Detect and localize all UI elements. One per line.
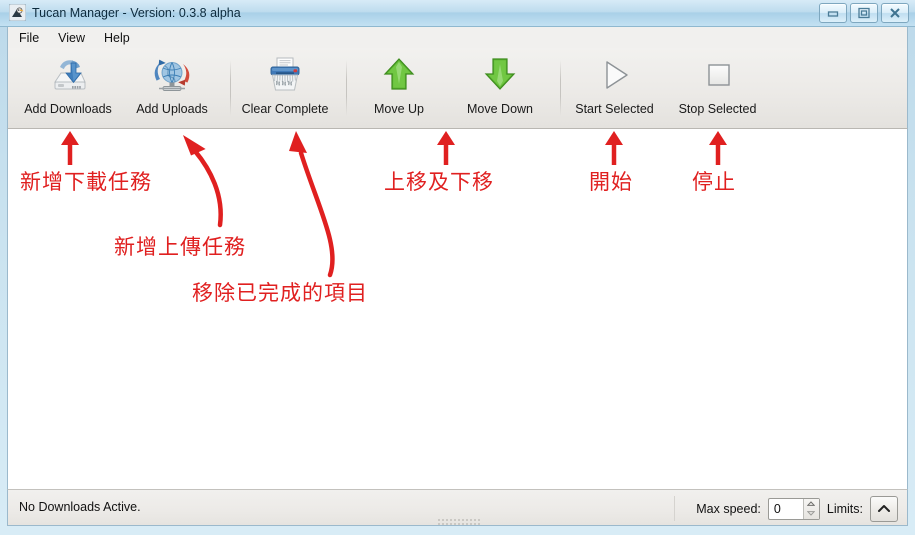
menu-item-help[interactable]: Help [104, 29, 140, 47]
paper-shredder-icon [264, 53, 306, 97]
annotation-text-add-downloads: 新增下載任務 [20, 170, 152, 194]
annotation-text-move-updown: 上移及下移 [384, 170, 494, 194]
main-toolbar: Add Downloads Add Uploads Clear Complete… [7, 48, 908, 129]
window-title: Tucan Manager - Version: 0.3.8 alpha [32, 6, 241, 20]
toolbar-label-stop-selected: Stop Selected [678, 102, 757, 116]
status-message: No Downloads Active. [19, 500, 141, 514]
annotation-arrow-add-uploads [182, 134, 223, 228]
toolbar-label-add-uploads: Add Uploads [136, 102, 208, 116]
toolbar-button-start-selected[interactable]: Start Selected [563, 53, 666, 125]
toolbar-button-move-down[interactable]: Move Down [448, 53, 552, 125]
annotation-arrow-add-downloads [61, 131, 79, 165]
toolbar-separator-1 [230, 60, 231, 116]
green-down-arrow-icon [479, 53, 521, 97]
toolbar-separator-2 [346, 60, 347, 116]
annotation-arrow-clear-complete [289, 131, 335, 278]
window-controls [819, 3, 909, 23]
max-speed-label: Max speed: [696, 501, 761, 516]
application-window: Tucan Manager - Version: 0.3.8 alpha Fil… [0, 0, 915, 535]
play-triangle-icon [594, 53, 636, 97]
download-to-drive-icon [47, 53, 89, 97]
globe-transfer-icon [151, 53, 193, 97]
toolbar-label-move-down: Move Down [467, 102, 533, 116]
annotation-text-start: 開始 [589, 170, 633, 194]
annotation-text-stop: 停止 [692, 170, 736, 194]
toolbar-button-stop-selected[interactable]: Stop Selected [666, 53, 769, 125]
downloads-list-area[interactable]: 新增下載任務 新增上傳任務 移除已完成的項目 上移及下移 開始 停止 [7, 129, 908, 489]
annotation-text-clear-complete: 移除已完成的項目 [192, 281, 368, 305]
annotation-arrow-move-updown [437, 131, 455, 165]
menu-item-view[interactable]: View [58, 29, 95, 47]
stop-square-icon [697, 53, 739, 97]
max-speed-spinner[interactable]: 0 [767, 497, 820, 520]
chevron-up-icon [877, 500, 891, 518]
toolbar-label-start-selected: Start Selected [575, 102, 654, 116]
toolbar-button-add-downloads[interactable]: Add Downloads [15, 53, 121, 125]
annotation-arrow-stop [709, 131, 727, 165]
max-speed-value[interactable]: 0 [769, 502, 781, 516]
menu-item-file[interactable]: File [19, 29, 49, 47]
tucan-app-icon [8, 3, 27, 22]
toolbar-label-move-up: Move Up [373, 102, 425, 116]
status-bar-controls: Max speed: 0 Limits: [696, 490, 898, 527]
toolbar-button-add-uploads[interactable]: Add Uploads [122, 53, 222, 125]
spinner-arrows [802, 498, 819, 519]
spinner-up-icon[interactable] [804, 499, 819, 509]
annotation-text-add-uploads: 新增上傳任務 [114, 235, 246, 259]
limits-label: Limits: [826, 501, 863, 516]
annotation-arrow-start [605, 131, 623, 165]
toolbar-separator-3 [560, 60, 561, 116]
minimize-button[interactable] [819, 3, 847, 23]
menu-bar: File View Help [7, 27, 908, 48]
window-resize-grip[interactable] [437, 518, 481, 525]
title-bar[interactable]: Tucan Manager - Version: 0.3.8 alpha [0, 0, 915, 27]
spinner-down-icon[interactable] [804, 509, 819, 519]
toolbar-button-move-up[interactable]: Move Up [353, 53, 445, 125]
close-button[interactable] [881, 3, 909, 23]
toolbar-label-add-downloads: Add Downloads [24, 102, 112, 116]
green-up-arrow-icon [378, 53, 420, 97]
toolbar-button-clear-complete[interactable]: Clear Complete [232, 53, 338, 125]
status-separator [674, 496, 675, 521]
limits-toggle-button[interactable] [870, 495, 898, 522]
toolbar-label-clear-complete: Clear Complete [241, 102, 329, 116]
maximize-button[interactable] [850, 3, 878, 23]
